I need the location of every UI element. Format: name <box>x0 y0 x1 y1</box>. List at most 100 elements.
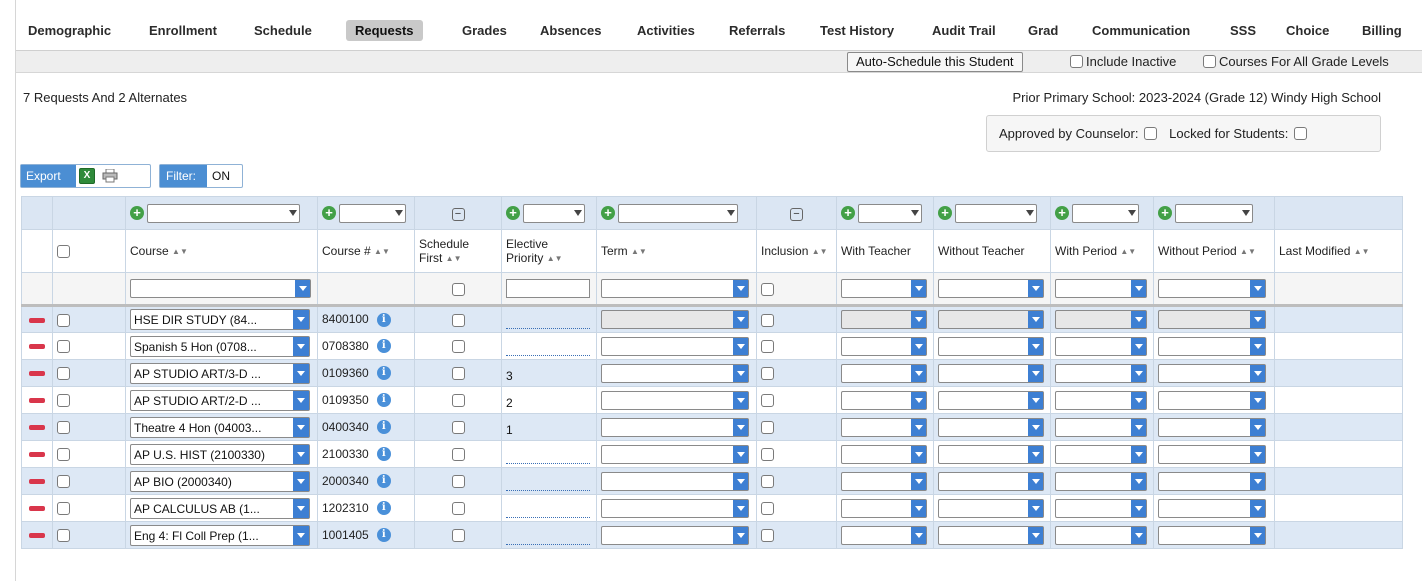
elective-cell[interactable]: 3 <box>501 359 597 387</box>
delete-icon[interactable] <box>29 317 45 323</box>
delete-icon[interactable] <box>29 371 45 377</box>
without-period-select[interactable] <box>1158 336 1266 356</box>
header-schedule-first[interactable]: Schedule First ▲▼ <box>414 229 502 273</box>
row-checkbox[interactable] <box>57 421 70 435</box>
inclusion-checkbox[interactable] <box>761 340 774 354</box>
plus-circle-icon[interactable]: + <box>938 206 952 220</box>
with-teacher-select[interactable] <box>841 498 927 518</box>
header-last-modified[interactable]: Last Modified ▲▼ <box>1274 229 1403 273</box>
export-button[interactable]: Export <box>21 165 76 187</box>
sort-icon[interactable]: ▲▼ <box>1354 248 1370 256</box>
with-period-select[interactable] <box>1055 363 1147 383</box>
tab-test-history[interactable]: Test History <box>820 23 894 38</box>
filter-toggle[interactable]: Filter: ON <box>159 164 243 188</box>
with-teacher-select[interactable] <box>841 525 927 545</box>
sort-icon[interactable]: ▲▼ <box>374 248 390 256</box>
inclusion-checkbox[interactable] <box>761 475 774 489</box>
print-icon[interactable] <box>102 169 118 183</box>
without-period-select[interactable] <box>1158 471 1266 491</box>
schedule-first-checkbox[interactable] <box>451 394 465 408</box>
elective-filter-input[interactable] <box>506 279 590 298</box>
tab-billing[interactable]: Billing <box>1362 23 1402 38</box>
info-icon[interactable]: i <box>376 474 391 489</box>
without-teacher-tool-select[interactable] <box>955 203 1038 223</box>
elective-cell[interactable]: 1 <box>501 413 597 441</box>
inclusion-checkbox[interactable] <box>761 421 774 435</box>
sort-icon[interactable]: ▲▼ <box>172 248 188 256</box>
include-inactive-checkbox[interactable] <box>1070 55 1083 69</box>
without-period-filter-select[interactable] <box>1158 279 1266 298</box>
without-period-select[interactable] <box>1158 363 1266 383</box>
course-select[interactable]: AP U.S. HIST (2100330) <box>130 443 310 465</box>
with-period-filter-select[interactable] <box>1055 279 1147 298</box>
row-checkbox[interactable] <box>57 475 70 489</box>
tab-sss[interactable]: SSS <box>1230 23 1256 38</box>
with-period-select[interactable] <box>1055 525 1147 545</box>
without-teacher-select[interactable] <box>938 498 1044 518</box>
delete-icon[interactable] <box>29 452 45 458</box>
approved-checkbox[interactable] <box>1144 127 1158 141</box>
with-teacher-select[interactable] <box>841 444 927 464</box>
plus-circle-icon[interactable]: + <box>601 206 615 220</box>
without-teacher-select[interactable] <box>938 444 1044 464</box>
minus-square-icon[interactable]: − <box>451 207 465 221</box>
schedule-first-checkbox[interactable] <box>451 502 465 516</box>
without-teacher-select[interactable] <box>938 390 1044 410</box>
minus-square-icon[interactable]: − <box>790 207 803 221</box>
elective-tool-select[interactable] <box>523 203 586 223</box>
with-teacher-select[interactable] <box>841 471 927 491</box>
tab-grad[interactable]: Grad <box>1028 23 1058 38</box>
without-period-select[interactable] <box>1158 390 1266 410</box>
inclusion-checkbox[interactable] <box>761 367 774 381</box>
plus-circle-icon[interactable]: + <box>322 206 336 220</box>
info-icon[interactable]: i <box>376 393 391 408</box>
with-period-select[interactable] <box>1055 390 1147 410</box>
tab-demographic[interactable]: Demographic <box>28 23 111 38</box>
without-period-select[interactable] <box>1158 525 1266 545</box>
sort-icon[interactable]: ▲▼ <box>1120 248 1136 256</box>
course-select[interactable]: AP CALCULUS AB (1... <box>130 497 310 519</box>
elective-cell[interactable] <box>501 521 597 549</box>
inclusion-checkbox[interactable] <box>761 448 774 462</box>
term-select[interactable] <box>601 417 749 437</box>
course-select[interactable]: Theatre 4 Hon (04003... <box>130 416 310 438</box>
info-icon[interactable]: i <box>376 501 391 516</box>
sort-icon[interactable]: ▲▼ <box>547 255 563 263</box>
header-without-period[interactable]: Without Period ▲▼ <box>1153 229 1275 273</box>
term-select[interactable] <box>601 390 749 410</box>
tab-activities[interactable]: Activities <box>637 23 695 38</box>
course-select[interactable]: AP BIO (2000340) <box>130 470 310 492</box>
course-select[interactable]: AP STUDIO ART/3-D ... <box>130 362 310 384</box>
schedule-first-checkbox[interactable] <box>451 448 465 462</box>
term-select[interactable] <box>601 444 749 464</box>
delete-icon[interactable] <box>29 398 45 404</box>
tab-choice[interactable]: Choice <box>1286 23 1329 38</box>
term-tool-select[interactable] <box>618 203 739 223</box>
tab-absences[interactable]: Absences <box>540 23 601 38</box>
without-teacher-select[interactable] <box>938 363 1044 383</box>
course-num-tool-select[interactable] <box>339 203 407 223</box>
inclusion-checkbox[interactable] <box>761 394 774 408</box>
inclusion-checkbox[interactable] <box>761 529 774 543</box>
row-checkbox[interactable] <box>57 448 70 462</box>
term-select[interactable] <box>601 363 749 383</box>
info-icon[interactable]: i <box>376 447 391 462</box>
without-teacher-select[interactable] <box>938 336 1044 356</box>
term-select[interactable] <box>601 525 749 545</box>
with-teacher-select[interactable] <box>841 363 927 383</box>
header-course-num[interactable]: Course # ▲▼ <box>317 229 415 273</box>
schedule-first-checkbox[interactable] <box>451 475 465 489</box>
with-period-select[interactable] <box>1055 336 1147 356</box>
without-teacher-select[interactable] <box>938 471 1044 491</box>
course-filter-select[interactable] <box>130 279 311 298</box>
without-period-select[interactable] <box>1158 498 1266 518</box>
delete-icon[interactable] <box>29 506 45 512</box>
info-icon[interactable]: i <box>376 528 391 543</box>
with-period-select[interactable] <box>1055 444 1147 464</box>
delete-icon[interactable] <box>29 344 45 350</box>
without-teacher-select[interactable] <box>938 310 1044 329</box>
header-elective-priority[interactable]: Elective Priority ▲▼ <box>501 229 597 273</box>
inclusion-checkbox[interactable] <box>761 313 774 327</box>
auto-schedule-button[interactable]: Auto-Schedule this Student <box>847 52 1023 72</box>
locked-checkbox[interactable] <box>1294 127 1308 141</box>
